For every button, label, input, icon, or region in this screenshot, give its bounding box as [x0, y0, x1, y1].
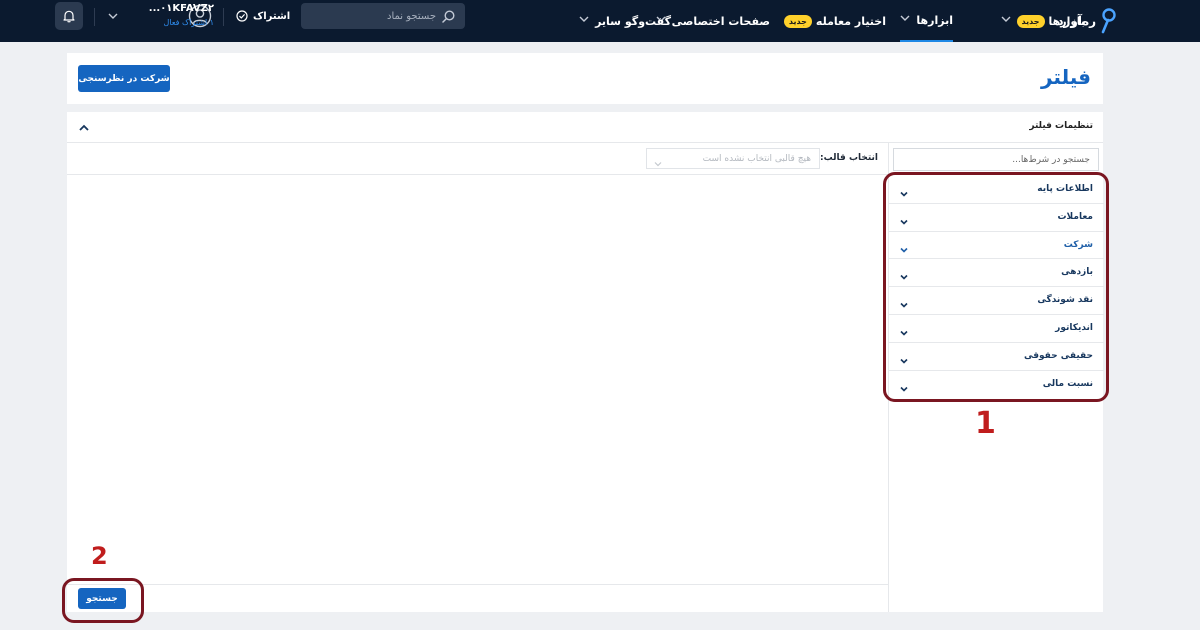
user-name: ۰۱KFAVZ۲...: [148, 3, 214, 14]
nav-pages-label: صفحات اختصاصی: [671, 14, 770, 28]
annotation-box-conditions: [883, 172, 1109, 402]
nav-chat[interactable]: گفت‌وگو: [625, 0, 671, 42]
chevron-down-icon: [653, 154, 663, 167]
page-title: فیلتر: [1040, 65, 1091, 89]
user-active-subscriptions: ۱ اشتراک فعال: [163, 18, 214, 27]
symbol-search-input[interactable]: [326, 10, 436, 22]
navbar-divider: [223, 8, 224, 26]
nav-option-trading[interactable]: اختیار معامله جدید: [783, 0, 886, 42]
conditions-canvas[interactable]: [67, 175, 888, 584]
template-row: انتخاب قالب: هیچ قالبی انتخاب نشده است: [67, 143, 888, 175]
notifications-button[interactable]: [55, 2, 83, 30]
chevron-up-icon: [79, 124, 89, 131]
conditions-search-input[interactable]: [893, 148, 1099, 171]
chevron-down-icon: [1001, 16, 1011, 26]
nav-tools[interactable]: ابزارها: [900, 0, 953, 42]
search-icon: [442, 9, 455, 23]
nav-chat-label: گفت‌وگو: [624, 14, 671, 28]
collapse-panel-button[interactable]: [75, 118, 93, 136]
nav-other[interactable]: سایر: [579, 0, 621, 42]
nav-markets[interactable]: بازارها جدید: [1001, 0, 1085, 42]
annotation-number-1: 1: [975, 406, 996, 441]
annotation-box-search: [62, 578, 144, 623]
nav-tools-label: ابزارها: [916, 13, 953, 27]
template-select[interactable]: هیچ قالبی انتخاب نشده است: [646, 148, 820, 169]
take-survey-button[interactable]: شرکت در نظرسنجی: [78, 65, 170, 92]
nav-option-label: اختیار معامله: [815, 14, 886, 28]
page-header: فیلتر شرکت در نظرسنجی: [67, 53, 1103, 104]
template-label: انتخاب قالب:: [820, 153, 878, 163]
template-select-value: هیچ قالبی انتخاب نشده است: [702, 154, 811, 164]
nav-markets-new-badge: جدید: [1016, 14, 1045, 28]
filter-settings-header: تنظیمات فیلتر: [67, 112, 1103, 143]
chevron-down-icon: [108, 5, 118, 24]
navbar-divider: [94, 8, 95, 26]
annotation-number-2: 2: [91, 542, 108, 570]
nav-markets-label: بازارها: [1048, 14, 1085, 28]
filter-builder: انتخاب قالب: هیچ قالبی انتخاب نشده است ج…: [67, 143, 888, 612]
filter-footer: جستجو: [67, 584, 888, 612]
brand-pin-icon: [1100, 8, 1116, 34]
user-menu[interactable]: ۰۱KFAVZ۲... ۱ اشتراک فعال: [108, 0, 214, 32]
nav-option-new-badge: جدید: [783, 14, 812, 28]
nav-other-label: سایر: [595, 14, 621, 28]
subscription-label: اشتراک: [253, 10, 291, 22]
nav-custom-pages[interactable]: صفحات اختصاصی: [656, 0, 770, 42]
top-navbar: ره‌آورد بازارها جدید ابزارها اختیار معام…: [0, 0, 1200, 42]
chevron-down-icon: [579, 16, 589, 26]
symbol-search-box[interactable]: [301, 3, 465, 29]
subscription-link[interactable]: اشتراک: [236, 0, 290, 32]
chevron-down-icon: [900, 15, 910, 25]
bell-icon: [62, 9, 76, 23]
filter-settings-title: تنظیمات فیلتر: [1029, 121, 1093, 131]
check-circle-icon: [236, 10, 248, 22]
